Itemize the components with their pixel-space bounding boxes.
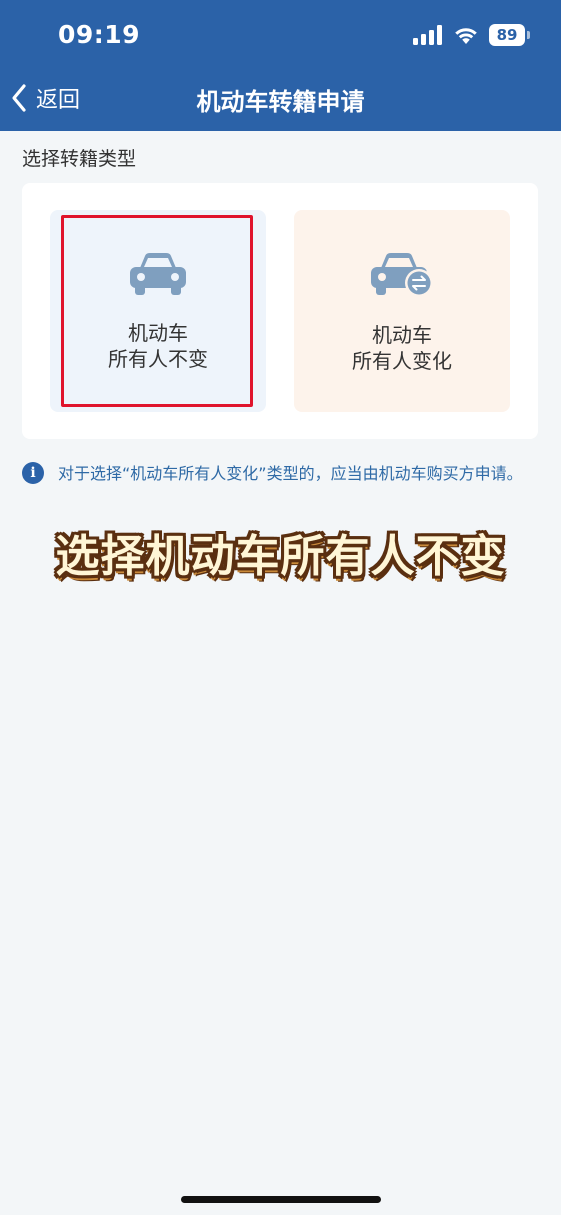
wifi-icon (455, 28, 477, 44)
back-label: 返回 (36, 88, 81, 113)
battery-indicator: 89 (489, 24, 530, 46)
status-time: 09:19 (58, 20, 141, 49)
back-button[interactable]: 返回 (10, 82, 80, 114)
battery-level: 89 (496, 26, 518, 44)
option-line: 机动车 (372, 323, 432, 347)
car-transfer-icon (371, 253, 433, 297)
overlay-caption: 选择机动车所有人不变 (55, 531, 506, 582)
info-icon: i (22, 462, 44, 484)
top-header: 09:19 89 返回 机动车转籍申请 (0, 0, 561, 131)
cellular-signal-icon (413, 25, 442, 45)
info-text: 对于选择“机动车所有人变化”类型的，应当由机动车购买方申请。 (58, 464, 523, 483)
option-owner-changed-label: 机动车 所有人变化 (352, 322, 452, 374)
info-notice: i 对于选择“机动车所有人变化”类型的，应当由机动车购买方申请。 (22, 462, 538, 486)
option-line: 所有人变化 (352, 349, 452, 373)
option-owner-unchanged[interactable]: 机动车 所有人不变 (50, 210, 266, 412)
selection-highlight (61, 215, 253, 407)
status-icons: 89 (413, 24, 530, 46)
transfer-type-card: 机动车 所有人不变 机动车 所有人变化 (22, 183, 538, 439)
battery-cap (527, 31, 530, 39)
section-label: 选择转籍类型 (22, 148, 137, 170)
chevron-left-icon (12, 84, 26, 112)
option-owner-changed[interactable]: 机动车 所有人变化 (294, 210, 510, 412)
page-title: 机动车转籍申请 (196, 88, 365, 116)
home-indicator[interactable] (181, 1196, 381, 1203)
